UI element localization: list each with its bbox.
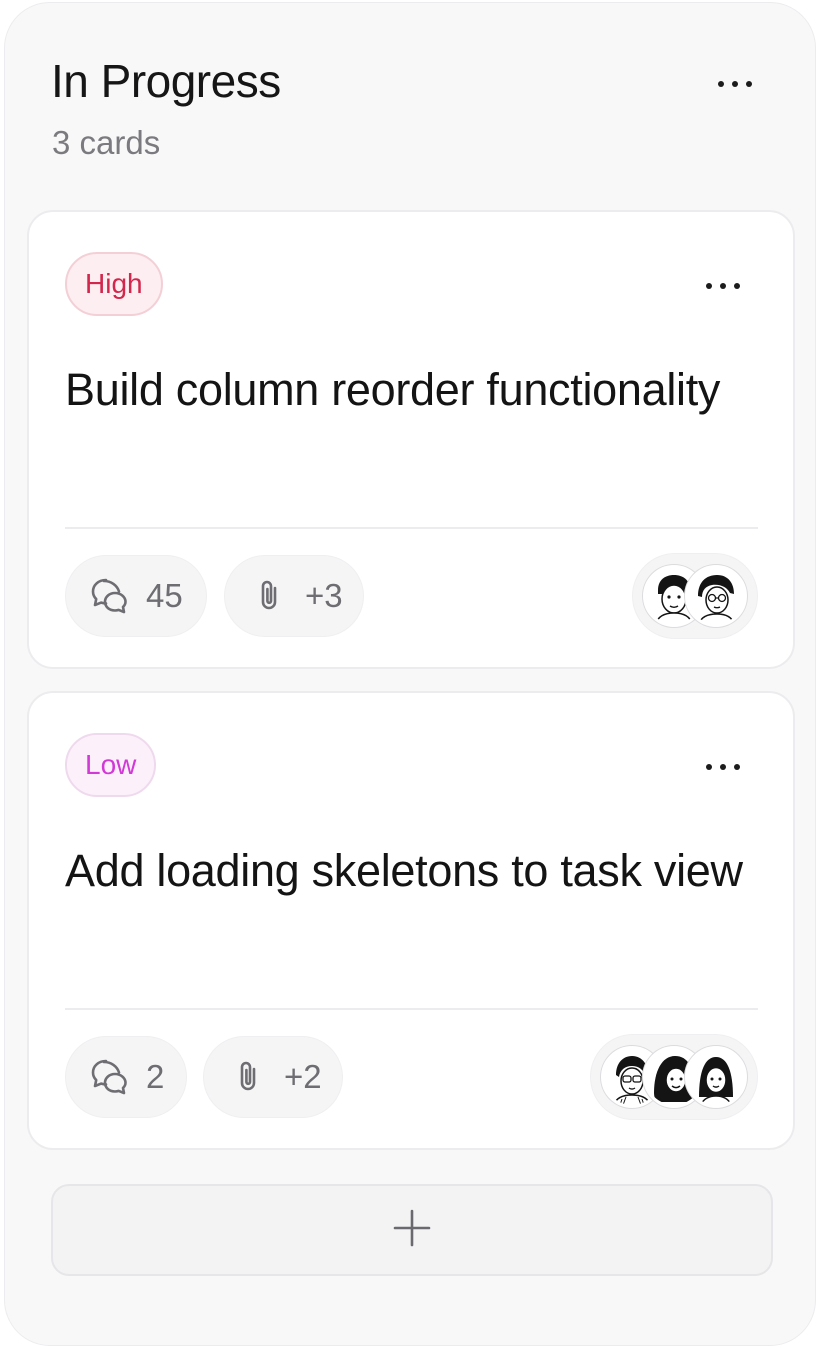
priority-badge: High [65,252,163,316]
priority-badge: Low [65,733,157,797]
attachments-button[interactable]: +3 [224,555,364,637]
card-divider [65,1008,758,1010]
comments-icon [88,574,132,618]
comments-button[interactable]: 2 [65,1036,187,1118]
comments-count: 45 [146,577,183,614]
assignee-avatars[interactable] [590,1034,758,1120]
task-card[interactable]: Low Add loading skeletons to task view 2 [27,691,795,1150]
plus-icon [392,1208,432,1253]
column-more-icon[interactable] [705,69,765,99]
column-title: In Progress [51,55,281,107]
column-header: In Progress 3 cards [5,3,815,193]
paperclip-icon [226,1055,270,1099]
attachments-button[interactable]: +2 [203,1036,343,1118]
column-card-count: 3 cards [52,124,161,161]
avatar [685,1046,747,1108]
card-divider [65,527,758,529]
comments-icon [88,1055,132,1099]
task-card[interactable]: High Build column reorder functionality … [27,210,795,669]
assignee-avatars[interactable] [632,553,758,639]
comments-count: 2 [146,1058,165,1095]
kanban-column: In Progress 3 cards High Build column re… [4,2,816,1346]
card-title: Add loading skeletons to task view [65,845,743,896]
card-more-icon[interactable] [693,752,753,782]
add-card-button[interactable] [51,1184,773,1276]
comments-button[interactable]: 45 [65,555,207,637]
attachments-count: +2 [284,1058,322,1095]
avatar [685,565,747,627]
card-more-icon[interactable] [693,271,753,301]
paperclip-icon [247,574,291,618]
card-title: Build column reorder functionality [65,364,721,415]
attachments-count: +3 [305,577,343,614]
